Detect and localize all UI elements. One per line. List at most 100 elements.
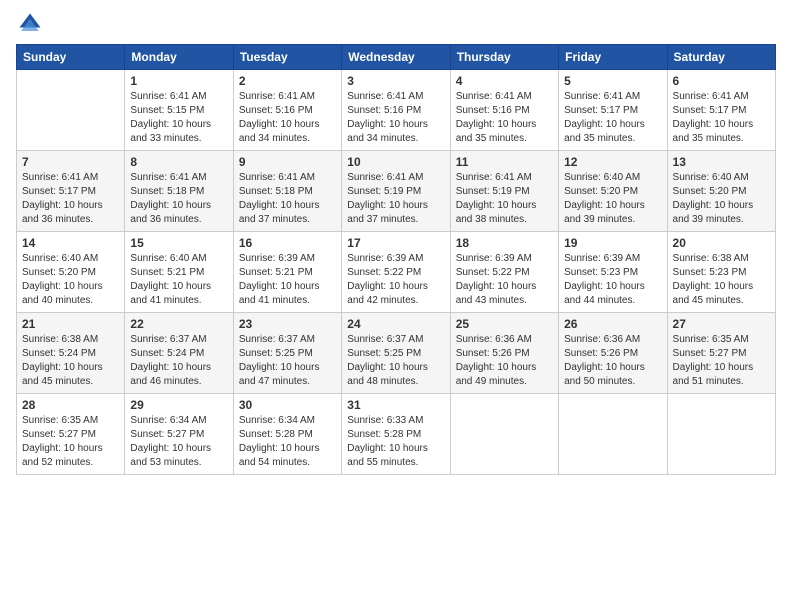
day-info: Sunrise: 6:41 AM Sunset: 5:17 PM Dayligh…: [564, 90, 661, 146]
day-number: 1: [130, 74, 227, 88]
day-info: Sunrise: 6:41 AM Sunset: 5:17 PM Dayligh…: [673, 90, 770, 146]
calendar-cell: 3 Sunrise: 6:41 AM Sunset: 5:16 PM Daylig…: [342, 70, 450, 151]
day-number: 31: [347, 398, 444, 412]
calendar-day-header: Tuesday: [233, 45, 341, 70]
day-info: Sunrise: 6:40 AM Sunset: 5:20 PM Dayligh…: [22, 252, 119, 308]
day-info: Sunrise: 6:41 AM Sunset: 5:18 PM Dayligh…: [130, 171, 227, 227]
calendar-cell: [450, 394, 558, 475]
calendar-cell: 10 Sunrise: 6:41 AM Sunset: 5:19 PM Dayli…: [342, 151, 450, 232]
logo: [16, 10, 48, 38]
calendar-cell: 7 Sunrise: 6:41 AM Sunset: 5:17 PM Daylig…: [17, 151, 125, 232]
day-info: Sunrise: 6:37 AM Sunset: 5:25 PM Dayligh…: [347, 333, 444, 389]
calendar-cell: 21 Sunrise: 6:38 AM Sunset: 5:24 PM Dayli…: [17, 313, 125, 394]
calendar-week-row: 21 Sunrise: 6:38 AM Sunset: 5:24 PM Dayli…: [17, 313, 776, 394]
day-info: Sunrise: 6:41 AM Sunset: 5:19 PM Dayligh…: [456, 171, 553, 227]
calendar-cell: 11 Sunrise: 6:41 AM Sunset: 5:19 PM Dayli…: [450, 151, 558, 232]
calendar-week-row: 7 Sunrise: 6:41 AM Sunset: 5:17 PM Daylig…: [17, 151, 776, 232]
day-number: 15: [130, 236, 227, 250]
calendar-cell: 20Sunrise: 6:38 AM Sunset: 5:23 PM Dayli…: [667, 232, 775, 313]
calendar-cell: 26 Sunrise: 6:36 AM Sunset: 5:26 PM Dayli…: [559, 313, 667, 394]
day-number: 10: [347, 155, 444, 169]
calendar-cell: 30 Sunrise: 6:34 AM Sunset: 5:28 PM Dayli…: [233, 394, 341, 475]
calendar-week-row: 14 Sunrise: 6:40 AM Sunset: 5:20 PM Dayli…: [17, 232, 776, 313]
day-number: 28: [22, 398, 119, 412]
header: [16, 10, 776, 38]
day-number: 25: [456, 317, 553, 331]
day-number: 23: [239, 317, 336, 331]
day-number: 13: [673, 155, 770, 169]
calendar-cell: 22 Sunrise: 6:37 AM Sunset: 5:24 PM Dayli…: [125, 313, 233, 394]
day-info: Sunrise: 6:35 AM Sunset: 5:27 PM Dayligh…: [673, 333, 770, 389]
day-number: 22: [130, 317, 227, 331]
day-number: 12: [564, 155, 661, 169]
day-info: Sunrise: 6:41 AM Sunset: 5:18 PM Dayligh…: [239, 171, 336, 227]
calendar-cell: 12Sunrise: 6:40 AM Sunset: 5:20 PM Dayli…: [559, 151, 667, 232]
calendar-cell: 8 Sunrise: 6:41 AM Sunset: 5:18 PM Daylig…: [125, 151, 233, 232]
day-number: 4: [456, 74, 553, 88]
calendar-cell: 29 Sunrise: 6:34 AM Sunset: 5:27 PM Dayli…: [125, 394, 233, 475]
calendar-cell: 31 Sunrise: 6:33 AM Sunset: 5:28 PM Dayli…: [342, 394, 450, 475]
calendar-cell: 28 Sunrise: 6:35 AM Sunset: 5:27 PM Dayli…: [17, 394, 125, 475]
day-number: 9: [239, 155, 336, 169]
calendar-cell: 1 Sunrise: 6:41 AM Sunset: 5:15 PM Daylig…: [125, 70, 233, 151]
day-number: 11: [456, 155, 553, 169]
day-number: 14: [22, 236, 119, 250]
day-number: 8: [130, 155, 227, 169]
page: SundayMondayTuesdayWednesdayThursdayFrid…: [0, 0, 792, 612]
day-info: Sunrise: 6:39 AM Sunset: 5:23 PM Dayligh…: [564, 252, 661, 308]
calendar-day-header: Thursday: [450, 45, 558, 70]
day-info: Sunrise: 6:39 AM Sunset: 5:22 PM Dayligh…: [456, 252, 553, 308]
day-number: 16: [239, 236, 336, 250]
day-info: Sunrise: 6:37 AM Sunset: 5:24 PM Dayligh…: [130, 333, 227, 389]
calendar-cell: 6Sunrise: 6:41 AM Sunset: 5:17 PM Daylig…: [667, 70, 775, 151]
calendar-day-header: Wednesday: [342, 45, 450, 70]
day-number: 7: [22, 155, 119, 169]
day-number: 18: [456, 236, 553, 250]
day-info: Sunrise: 6:36 AM Sunset: 5:26 PM Dayligh…: [564, 333, 661, 389]
day-info: Sunrise: 6:39 AM Sunset: 5:22 PM Dayligh…: [347, 252, 444, 308]
calendar-day-header: Monday: [125, 45, 233, 70]
calendar-cell: [17, 70, 125, 151]
calendar-cell: [559, 394, 667, 475]
day-number: 27: [673, 317, 770, 331]
calendar-cell: 13 Sunrise: 6:40 AM Sunset: 5:20 PM Dayli…: [667, 151, 775, 232]
day-info: Sunrise: 6:33 AM Sunset: 5:28 PM Dayligh…: [347, 414, 444, 470]
day-info: Sunrise: 6:41 AM Sunset: 5:15 PM Dayligh…: [130, 90, 227, 146]
day-info: Sunrise: 6:35 AM Sunset: 5:27 PM Dayligh…: [22, 414, 119, 470]
logo-icon: [16, 10, 44, 38]
calendar-week-row: 28 Sunrise: 6:35 AM Sunset: 5:27 PM Dayli…: [17, 394, 776, 475]
calendar-cell: 15Sunrise: 6:40 AM Sunset: 5:21 PM Dayli…: [125, 232, 233, 313]
day-info: Sunrise: 6:41 AM Sunset: 5:16 PM Dayligh…: [456, 90, 553, 146]
calendar-cell: [667, 394, 775, 475]
day-number: 30: [239, 398, 336, 412]
day-info: Sunrise: 6:41 AM Sunset: 5:17 PM Dayligh…: [22, 171, 119, 227]
day-number: 26: [564, 317, 661, 331]
day-info: Sunrise: 6:38 AM Sunset: 5:24 PM Dayligh…: [22, 333, 119, 389]
calendar-cell: 9 Sunrise: 6:41 AM Sunset: 5:18 PM Daylig…: [233, 151, 341, 232]
day-info: Sunrise: 6:34 AM Sunset: 5:27 PM Dayligh…: [130, 414, 227, 470]
calendar-cell: 23Sunrise: 6:37 AM Sunset: 5:25 PM Dayli…: [233, 313, 341, 394]
day-info: Sunrise: 6:34 AM Sunset: 5:28 PM Dayligh…: [239, 414, 336, 470]
calendar-cell: 2Sunrise: 6:41 AM Sunset: 5:16 PM Daylig…: [233, 70, 341, 151]
calendar-cell: 25 Sunrise: 6:36 AM Sunset: 5:26 PM Dayli…: [450, 313, 558, 394]
calendar-cell: 19 Sunrise: 6:39 AM Sunset: 5:23 PM Dayli…: [559, 232, 667, 313]
day-number: 17: [347, 236, 444, 250]
day-info: Sunrise: 6:40 AM Sunset: 5:20 PM Dayligh…: [673, 171, 770, 227]
day-number: 20: [673, 236, 770, 250]
calendar-week-row: 1 Sunrise: 6:41 AM Sunset: 5:15 PM Daylig…: [17, 70, 776, 151]
calendar-cell: 4 Sunrise: 6:41 AM Sunset: 5:16 PM Daylig…: [450, 70, 558, 151]
day-info: Sunrise: 6:36 AM Sunset: 5:26 PM Dayligh…: [456, 333, 553, 389]
day-number: 29: [130, 398, 227, 412]
calendar-day-header: Sunday: [17, 45, 125, 70]
calendar-table: SundayMondayTuesdayWednesdayThursdayFrid…: [16, 44, 776, 475]
calendar-cell: 17 Sunrise: 6:39 AM Sunset: 5:22 PM Dayli…: [342, 232, 450, 313]
day-info: Sunrise: 6:41 AM Sunset: 5:16 PM Dayligh…: [347, 90, 444, 146]
calendar-cell: 5Sunrise: 6:41 AM Sunset: 5:17 PM Daylig…: [559, 70, 667, 151]
calendar-header-row: SundayMondayTuesdayWednesdayThursdayFrid…: [17, 45, 776, 70]
day-number: 21: [22, 317, 119, 331]
day-number: 19: [564, 236, 661, 250]
day-info: Sunrise: 6:41 AM Sunset: 5:19 PM Dayligh…: [347, 171, 444, 227]
calendar-cell: 16Sunrise: 6:39 AM Sunset: 5:21 PM Dayli…: [233, 232, 341, 313]
day-number: 24: [347, 317, 444, 331]
day-number: 3: [347, 74, 444, 88]
